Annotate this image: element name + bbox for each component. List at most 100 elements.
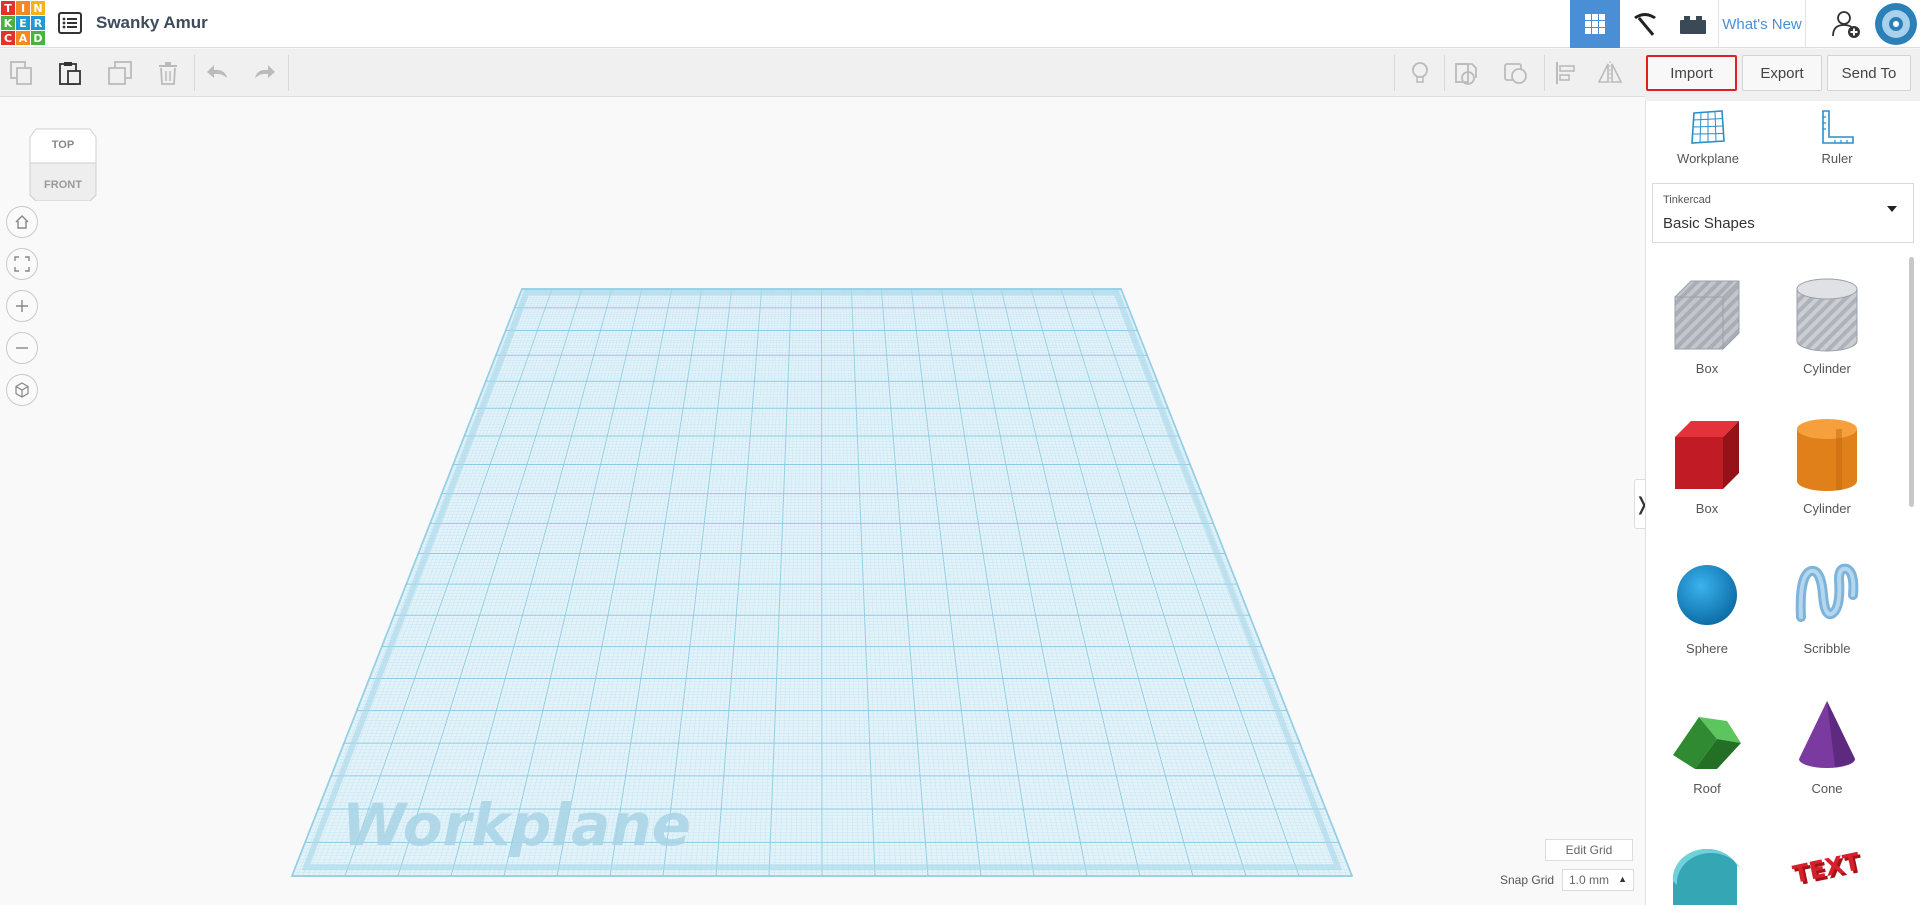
- shape-cylinder[interactable]: Cylinder: [1772, 415, 1882, 516]
- workplane-label: Workplane: [342, 791, 691, 859]
- workplane-tool-label: Workplane: [1677, 151, 1739, 166]
- shape-sphere[interactable]: Sphere: [1652, 555, 1762, 656]
- zoom-in-button[interactable]: [6, 290, 38, 322]
- import-button[interactable]: Import: [1646, 55, 1737, 91]
- mirror-icon[interactable]: [1596, 59, 1624, 87]
- logo-letter: R: [31, 16, 45, 30]
- shape-label: Sphere: [1686, 641, 1728, 656]
- file-actions-toolbar: Import Export Send To: [1645, 49, 1920, 101]
- group-icon[interactable]: [1502, 59, 1530, 87]
- workplane-canvas[interactable]: Workplane TOP FRONT ❭ Edit Grid Snap Gri…: [0, 97, 1650, 905]
- cylinder-icon: [1797, 419, 1857, 491]
- home-icon: [15, 215, 29, 229]
- shape-half-cylinder[interactable]: [1652, 835, 1762, 905]
- tinkercad-logo[interactable]: TIN KER CAD: [0, 0, 46, 46]
- shape-roof[interactable]: Roof: [1652, 695, 1762, 796]
- add-user-icon: [1832, 11, 1860, 38]
- sphere-icon: [1677, 565, 1737, 625]
- dropdown-caret-icon: [1887, 206, 1897, 212]
- roof-icon: [1673, 717, 1741, 769]
- fit-icon: [14, 256, 30, 272]
- design-title[interactable]: Swanky Amur: [96, 13, 208, 33]
- workplane-tool[interactable]: Workplane: [1663, 109, 1753, 166]
- user-avatar[interactable]: [1872, 0, 1920, 48]
- ruler-tool-label: Ruler: [1821, 151, 1853, 166]
- logo-letter: I: [16, 1, 30, 15]
- redo-icon[interactable]: [250, 59, 278, 87]
- view-cube-top-label[interactable]: TOP: [28, 139, 98, 151]
- 3d-design-view-button[interactable]: [1570, 0, 1620, 48]
- shape-scribble[interactable]: Scribble: [1772, 555, 1882, 656]
- half-cylinder-icon: [1672, 848, 1741, 905]
- delete-icon[interactable]: [154, 59, 182, 87]
- grid-icon: [1585, 14, 1605, 34]
- shape-label: Cone: [1811, 781, 1843, 796]
- paste-icon[interactable]: [56, 59, 84, 87]
- panel-scrollbar[interactable]: [1909, 257, 1914, 507]
- shape-label: Box: [1695, 501, 1719, 516]
- shapes-panel: Workplane Ruler Tinkercad Basic Shapes B…: [1645, 101, 1920, 905]
- lego-bricks-view-button[interactable]: [1670, 0, 1716, 48]
- ruler-tool[interactable]: Ruler: [1792, 109, 1882, 166]
- shape-label: Box: [1695, 361, 1719, 376]
- edit-toolbar: [0, 49, 1645, 97]
- logo-letter: A: [16, 31, 30, 45]
- box-hole-icon: [1674, 280, 1740, 350]
- hole-icon[interactable]: [1452, 59, 1480, 87]
- snap-grid-label: Snap Grid: [1500, 873, 1555, 887]
- box-icon: [1675, 421, 1739, 489]
- shape-library-select[interactable]: Tinkercad Basic Shapes: [1652, 183, 1914, 243]
- text-shape-icon: TEXT TEXT: [1790, 847, 1865, 891]
- shape-cylinder-hole[interactable]: Cylinder: [1772, 275, 1882, 376]
- zoom-out-button[interactable]: [6, 332, 38, 364]
- caret-up-icon: ▲: [1618, 874, 1627, 884]
- duplicate-icon[interactable]: [106, 59, 134, 87]
- shape-box-hole[interactable]: Box: [1652, 275, 1762, 376]
- cube-icon: [15, 382, 29, 398]
- logo-letter: C: [1, 31, 15, 45]
- logo-letter: D: [31, 31, 45, 45]
- shape-label: Cylinder: [1803, 361, 1851, 376]
- undo-icon[interactable]: [204, 59, 232, 87]
- shape-label: Scribble: [1803, 641, 1851, 656]
- shape-label: Roof: [1693, 781, 1721, 796]
- logo-letter: N: [31, 1, 45, 15]
- avatar-icon: [1875, 3, 1917, 45]
- shape-box[interactable]: Box: [1652, 415, 1762, 516]
- shape-cone[interactable]: Cone: [1772, 695, 1882, 796]
- copy-icon[interactable]: [8, 59, 36, 87]
- snap-grid-select[interactable]: 1.0 mm ▲: [1562, 869, 1634, 891]
- perspective-toggle-button[interactable]: [6, 374, 38, 406]
- light-bulb-icon[interactable]: [1406, 59, 1434, 87]
- library-source: Tinkercad: [1663, 194, 1711, 206]
- edit-grid-button[interactable]: Edit Grid: [1545, 839, 1633, 861]
- cylinder-hole-icon: [1796, 278, 1858, 352]
- design-list-icon[interactable]: [58, 12, 82, 34]
- view-cube-front-label[interactable]: FRONT: [28, 179, 98, 191]
- logo-letter: K: [1, 16, 15, 30]
- minus-icon: [16, 347, 28, 349]
- plus-icon: [16, 300, 28, 312]
- export-button[interactable]: Export: [1742, 55, 1822, 91]
- snap-grid-value: 1.0 mm: [1569, 873, 1610, 887]
- cone-icon: [1799, 701, 1855, 768]
- view-cube[interactable]: TOP FRONT: [28, 123, 98, 202]
- align-icon[interactable]: [1552, 59, 1580, 87]
- shape-label: Cylinder: [1803, 501, 1851, 516]
- ruler-icon: [1822, 110, 1854, 144]
- top-header: TIN KER CAD Swanky Amur What's New: [0, 0, 1920, 48]
- send-to-button[interactable]: Send To: [1827, 55, 1911, 91]
- workplane-grid[interactable]: Workplane: [0, 97, 1645, 905]
- whats-new-link[interactable]: What's New: [1718, 0, 1806, 48]
- pickaxe-icon: [1634, 13, 1656, 36]
- invite-user-button[interactable]: [1826, 0, 1866, 48]
- home-view-button[interactable]: [6, 206, 38, 238]
- brick-icon: [1680, 16, 1706, 34]
- scribble-icon: [1795, 563, 1859, 622]
- workplane-icon: [1691, 110, 1725, 144]
- library-name: Basic Shapes: [1663, 215, 1755, 232]
- shape-text[interactable]: TEXT TEXT: [1772, 835, 1882, 905]
- minecraft-view-button[interactable]: [1622, 0, 1668, 48]
- logo-letter: T: [1, 1, 15, 15]
- fit-view-button[interactable]: [6, 248, 38, 280]
